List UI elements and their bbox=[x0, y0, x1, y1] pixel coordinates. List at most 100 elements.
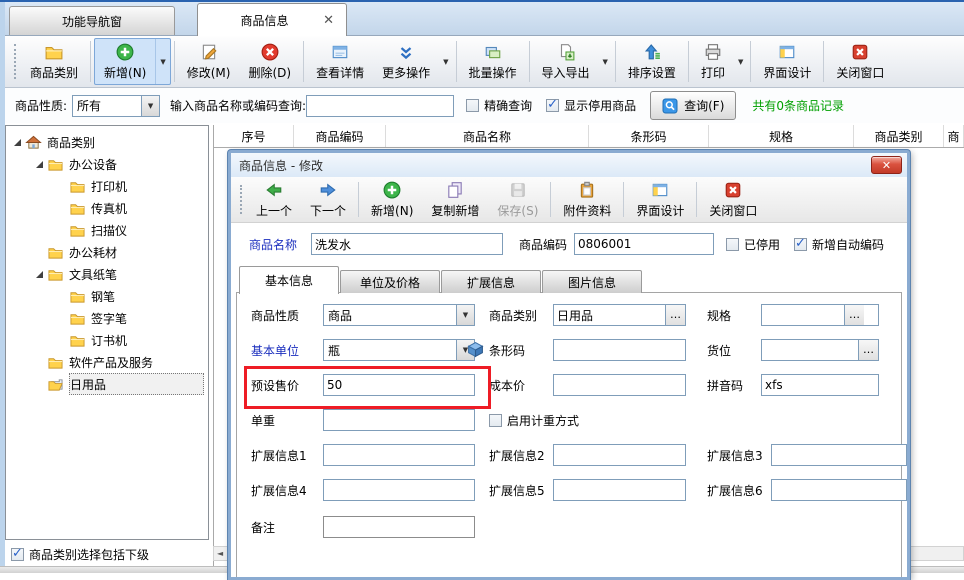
edit-button[interactable]: 修改(M) bbox=[178, 36, 240, 87]
close-window-button[interactable]: 关闭窗口 bbox=[827, 36, 893, 87]
tree-item-gel-pen[interactable]: 签字笔 bbox=[6, 307, 208, 329]
unit-weight-field bbox=[323, 408, 475, 432]
save-button[interactable]: 保存(S) bbox=[488, 177, 547, 222]
category-lookup-field[interactable]: 日用品 … bbox=[553, 304, 686, 326]
ellipsis-browse-button[interactable]: … bbox=[858, 340, 878, 360]
import-export-button[interactable]: 导入导出 bbox=[533, 36, 599, 87]
next-button[interactable]: 下一个 bbox=[301, 177, 355, 222]
ui-design-button[interactable]: 界面设计 bbox=[754, 36, 820, 87]
ext4-input[interactable] bbox=[323, 479, 475, 501]
expander-icon[interactable] bbox=[32, 161, 47, 168]
tree-item-software[interactable]: 软件产品及服务 bbox=[6, 351, 208, 373]
tree-item-root[interactable]: 商品类别 bbox=[6, 131, 208, 153]
weigh-mode-checkbox[interactable] bbox=[489, 414, 502, 427]
dialog-close-window-button[interactable]: 关闭窗口 bbox=[700, 177, 766, 222]
tree-item-scanner[interactable]: 扫描仪 bbox=[6, 219, 208, 241]
column-header-barcode[interactable]: 条形码 bbox=[589, 125, 709, 147]
import-export-dropdown-button[interactable]: ▼ bbox=[599, 36, 612, 87]
column-header-name[interactable]: 商品名称 bbox=[386, 125, 589, 147]
more-actions-button[interactable]: 更多操作 bbox=[373, 36, 439, 87]
add-button[interactable]: 新增(N) bbox=[95, 39, 155, 84]
copy-add-button[interactable]: 复制新增 bbox=[422, 177, 488, 222]
auto-code-checkbox[interactable] bbox=[794, 238, 807, 251]
delete-button[interactable]: 删除(D) bbox=[239, 36, 300, 87]
dialog-ui-design-button[interactable]: 界面设计 bbox=[627, 177, 693, 222]
preset-price-input[interactable] bbox=[323, 374, 475, 396]
ellipsis-browse-button[interactable]: … bbox=[844, 305, 864, 325]
column-header-spec[interactable]: 规格 bbox=[709, 125, 854, 147]
tree-item-office-equipment[interactable]: 办公设备 bbox=[6, 153, 208, 175]
nature-combobox[interactable]: 商品 ▼ bbox=[323, 304, 475, 326]
ext3-input[interactable] bbox=[771, 444, 907, 466]
exact-query-checkbox[interactable] bbox=[466, 99, 479, 112]
remark-input[interactable] bbox=[323, 516, 475, 538]
add-dropdown-button[interactable]: ▼ bbox=[155, 39, 169, 84]
auto-code-checkbox-row[interactable]: 新增自动编码 bbox=[794, 236, 884, 253]
weigh-mode-checkbox-row[interactable]: 启用计重方式 bbox=[489, 408, 579, 432]
tree-item-pen[interactable]: 钢笔 bbox=[6, 285, 208, 307]
tree-item-office-consumables[interactable]: 办公耗材 bbox=[6, 241, 208, 263]
dialog-titlebar[interactable]: 商品信息 - 修改 bbox=[231, 153, 907, 177]
previous-button[interactable]: 上一个 bbox=[247, 177, 301, 222]
chevron-down-icon[interactable]: ▼ bbox=[141, 96, 159, 116]
tab-picture-info[interactable]: 图片信息 bbox=[542, 270, 642, 293]
tree-item-stapler[interactable]: 订书机 bbox=[6, 329, 208, 351]
tree-item-printer[interactable]: 打印机 bbox=[6, 175, 208, 197]
product-code-input[interactable] bbox=[574, 233, 714, 255]
category-button[interactable]: 商品类别 bbox=[21, 36, 87, 87]
print-button[interactable]: 打印 bbox=[692, 36, 734, 87]
ext6-input[interactable] bbox=[771, 479, 907, 501]
tree-item-stationery[interactable]: 文具纸笔 bbox=[6, 263, 208, 285]
show-disabled-checkbox-row[interactable]: 显示停用商品 bbox=[546, 97, 636, 114]
location-lookup-field[interactable]: … bbox=[761, 339, 879, 361]
tree-item-fax[interactable]: 传真机 bbox=[6, 197, 208, 219]
view-detail-button[interactable]: 查看详情 bbox=[307, 36, 373, 87]
tab-function-nav[interactable]: 功能导航窗 bbox=[9, 6, 175, 35]
ext2-input[interactable] bbox=[553, 444, 686, 466]
column-header-partial[interactable]: 商 bbox=[944, 125, 964, 147]
include-subcategories-checkbox[interactable] bbox=[11, 548, 24, 561]
query-button[interactable]: 查询(F) bbox=[650, 91, 736, 120]
tab-product-info[interactable]: 商品信息 ✕ bbox=[197, 3, 347, 36]
dialog-close-button[interactable]: ✕ bbox=[871, 156, 902, 174]
include-subcategories-checkbox-row[interactable]: 商品类别选择包括下级 bbox=[11, 546, 149, 563]
more-actions-dropdown-button[interactable]: ▼ bbox=[439, 36, 452, 87]
pinyin-input[interactable] bbox=[761, 374, 879, 396]
tab-extended-info[interactable]: 扩展信息 bbox=[441, 270, 541, 293]
barcode-input[interactable] bbox=[553, 339, 686, 361]
cost-price-input[interactable] bbox=[553, 374, 686, 396]
batch-operations-button[interactable]: 批量操作 bbox=[460, 36, 526, 87]
tab-unit-price[interactable]: 单位及价格 bbox=[340, 270, 440, 293]
disabled-checkbox-row[interactable]: 已停用 bbox=[726, 236, 780, 253]
tree-item-daily-goods[interactable]: 日用品 bbox=[6, 373, 208, 395]
toolbar-grip-handle[interactable] bbox=[14, 44, 16, 79]
ext1-input[interactable] bbox=[323, 444, 475, 466]
import-export-icon bbox=[557, 43, 575, 61]
show-disabled-checkbox[interactable] bbox=[546, 99, 559, 112]
toolbar-grip-handle[interactable] bbox=[240, 185, 242, 214]
scroll-left-icon[interactable]: ◄ bbox=[214, 549, 223, 558]
ext5-input[interactable] bbox=[553, 479, 686, 501]
chevron-down-icon[interactable]: ▼ bbox=[456, 305, 474, 325]
close-tab-icon[interactable]: ✕ bbox=[321, 14, 336, 27]
spec-lookup-field[interactable]: … bbox=[761, 304, 879, 326]
search-input[interactable] bbox=[306, 95, 454, 117]
exact-query-checkbox-row[interactable]: 精确查询 bbox=[466, 97, 532, 114]
expander-icon[interactable] bbox=[32, 271, 47, 278]
attachments-button[interactable]: 附件资料 bbox=[554, 177, 620, 222]
product-name-input[interactable] bbox=[311, 233, 503, 255]
base-unit-combobox[interactable]: 瓶 ▼ bbox=[323, 339, 475, 361]
tab-basic-info[interactable]: 基本信息 bbox=[239, 266, 339, 294]
print-dropdown-button[interactable]: ▼ bbox=[734, 36, 747, 87]
toolbar-separator bbox=[696, 182, 697, 217]
dialog-add-button[interactable]: 新增(N) bbox=[362, 177, 422, 222]
column-header-category[interactable]: 商品类别 bbox=[854, 125, 944, 147]
column-header-code[interactable]: 商品编码 bbox=[294, 125, 386, 147]
column-header-seq[interactable]: 序号 bbox=[214, 125, 294, 147]
expander-icon[interactable] bbox=[10, 139, 25, 146]
nature-filter-combobox[interactable]: 所有 ▼ bbox=[72, 95, 160, 117]
ellipsis-browse-button[interactable]: … bbox=[665, 305, 685, 325]
sort-settings-button[interactable]: 排序设置 bbox=[619, 36, 685, 87]
disabled-checkbox[interactable] bbox=[726, 238, 739, 251]
unit-weight-input[interactable] bbox=[323, 409, 475, 431]
